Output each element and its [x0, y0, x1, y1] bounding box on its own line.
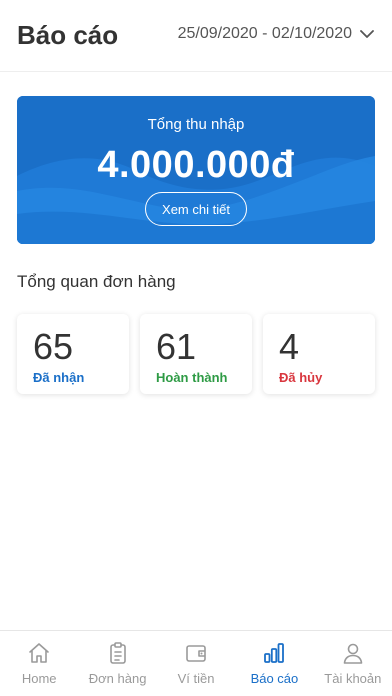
wallet-icon — [184, 641, 208, 665]
page-title: Báo cáo — [17, 20, 119, 50]
home-icon — [27, 641, 51, 665]
tab-label: Home — [21, 671, 57, 686]
tab-account[interactable]: Tài khoản — [314, 631, 392, 696]
stat-card-received[interactable]: 65 Đã nhận — [17, 314, 129, 394]
date-range-label: 25/09/2020 - 02/10/2020 — [177, 25, 352, 42]
clipboard-icon — [106, 641, 130, 665]
tab-reports[interactable]: Báo cáo — [235, 631, 313, 696]
income-card: Tổng thu nhập 4.000.000đ Xem chi tiết — [17, 96, 375, 244]
stat-label: Đã hủy — [279, 370, 323, 385]
stat-value: 65 — [33, 326, 74, 367]
bar-chart-icon — [262, 641, 286, 665]
bottom-tab-bar: Home Đơn hàng Ví tiền Báo cáo Tài khoản — [0, 630, 392, 696]
date-range-selector[interactable]: 25/09/2020 - 02/10/2020 — [178, 25, 374, 43]
chevron-down-icon — [360, 29, 374, 39]
income-value: 4.000.000đ — [97, 144, 295, 186]
stat-value: 4 — [279, 326, 300, 367]
stat-card-completed[interactable]: 61 Hoàn thành — [140, 314, 252, 394]
tab-label: Báo cáo — [250, 671, 299, 686]
stat-value: 61 — [156, 326, 197, 367]
stat-card-cancelled[interactable]: 4 Đã hủy — [263, 314, 375, 394]
tab-home[interactable]: Home — [0, 631, 78, 696]
view-detail-button[interactable]: Xem chi tiết — [145, 192, 247, 226]
header: Báo cáo 25/09/2020 - 02/10/2020 — [0, 0, 392, 72]
stat-label: Hoàn thành — [156, 370, 228, 385]
tab-wallet[interactable]: Ví tiền — [157, 631, 235, 696]
tab-label: Tài khoản — [324, 671, 382, 686]
tab-label: Đơn hàng — [88, 671, 147, 686]
tab-label: Ví tiền — [177, 671, 215, 686]
user-icon — [341, 641, 365, 665]
tab-orders[interactable]: Đơn hàng — [78, 631, 156, 696]
stat-label: Đã nhận — [33, 370, 85, 385]
income-label: Tổng thu nhập — [147, 116, 245, 133]
overview-title: Tổng quan đơn hàng — [17, 272, 176, 291]
